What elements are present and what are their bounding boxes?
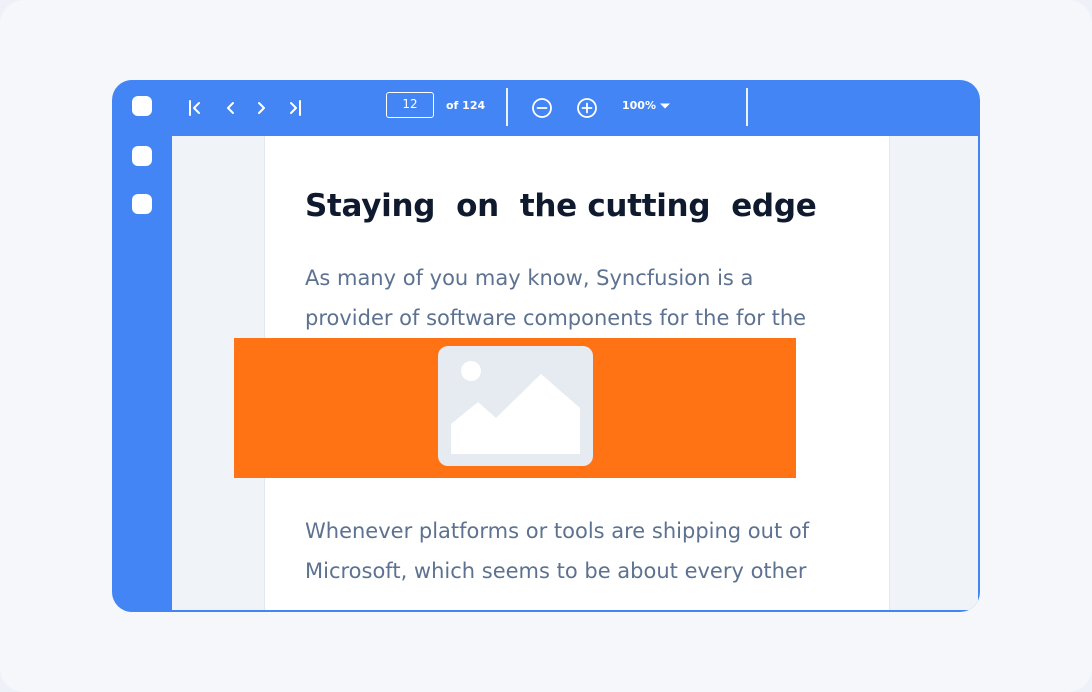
previous-page-icon[interactable]: [218, 96, 242, 120]
paragraph-line: provider of software components for the …: [305, 306, 807, 330]
sidebar-button-1[interactable]: [132, 96, 152, 116]
page-number-input[interactable]: 12: [386, 92, 434, 118]
toolbar: 12 of 124 100%: [172, 80, 980, 136]
toolbar-divider: [506, 88, 508, 126]
image-banner: [234, 338, 796, 478]
page-count-label: of 124: [446, 99, 486, 112]
document-title: Staying on the cutting edge: [305, 188, 817, 224]
image-placeholder-icon: [438, 346, 593, 466]
zoom-in-icon[interactable]: [575, 96, 599, 120]
sidebar: [112, 80, 172, 612]
first-page-icon[interactable]: [184, 96, 208, 120]
last-page-icon[interactable]: [282, 96, 306, 120]
dropdown-caret-icon[interactable]: [659, 102, 671, 110]
paragraph: As many of you may know, Syncfusion is a…: [305, 258, 865, 338]
zoom-level-dropdown[interactable]: 100%: [622, 99, 656, 112]
next-page-icon[interactable]: [250, 96, 274, 120]
paragraph-line: As many of you may know, Syncfusion is a: [305, 266, 754, 290]
pdf-viewer: 12 of 124 100% Staying on the cutting ed…: [112, 80, 980, 612]
page-card: 12 of 124 100% Staying on the cutting ed…: [0, 0, 1092, 692]
paragraph: Whenever platforms or tools are shipping…: [305, 511, 865, 591]
sidebar-button-3[interactable]: [132, 194, 152, 214]
paragraph-line: Whenever platforms or tools are shipping…: [305, 519, 810, 543]
zoom-out-icon[interactable]: [530, 96, 554, 120]
sidebar-button-2[interactable]: [132, 146, 152, 166]
paragraph-line: Microsoft, which seems to be about every…: [305, 559, 807, 583]
toolbar-divider: [746, 88, 748, 126]
